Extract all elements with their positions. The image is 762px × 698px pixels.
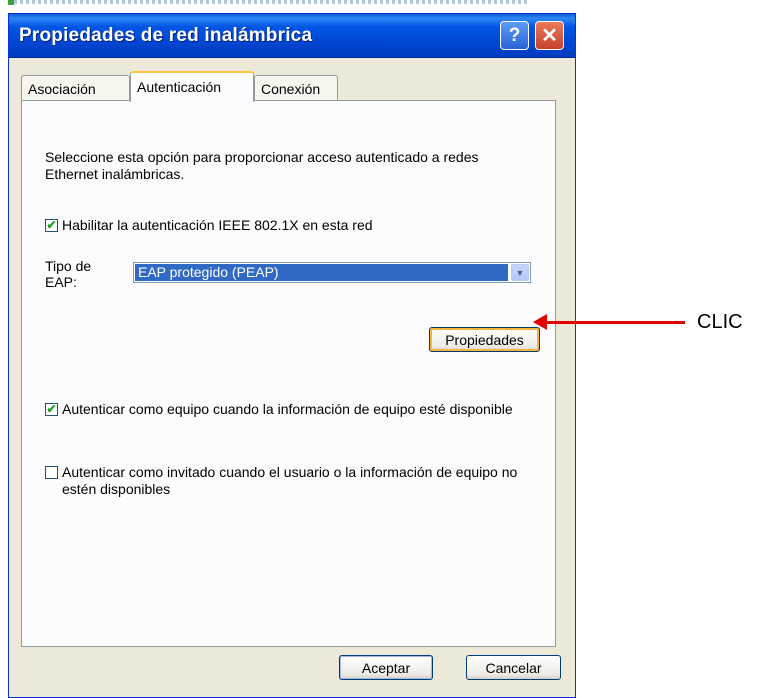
auth-as-guest-option[interactable]: Autenticar como invitado cuando el usuar… — [45, 464, 545, 498]
background-fragment — [8, 0, 528, 4]
help-icon: ? — [508, 24, 521, 46]
enable-8021x-label: Habilitar la autenticación IEEE 802.1X e… — [62, 217, 373, 233]
chevron-down-icon[interactable]: ▼ — [511, 264, 529, 281]
eap-type-select[interactable]: EAP protegido (PEAP) ▼ — [133, 262, 531, 283]
eap-type-label: Tipo de EAP: — [45, 258, 92, 290]
enable-8021x-option[interactable]: ✔ Habilitar la autenticación IEEE 802.1X… — [45, 217, 373, 234]
tab-autenticacion[interactable]: Autenticación — [130, 71, 254, 102]
checkmark-icon: ✔ — [46, 218, 57, 232]
auth-as-computer-label: Autenticar como equipo cuando la informa… — [62, 401, 513, 417]
auth-as-guest-label: Autenticar como invitado cuando el usuar… — [62, 464, 518, 497]
ok-button[interactable]: Aceptar — [339, 655, 433, 680]
annotation-arrow-line — [545, 321, 685, 324]
tab-asociacion[interactable]: Asociación — [21, 75, 130, 101]
annotation-label: CLIC — [697, 311, 743, 333]
close-icon: ✕ — [541, 25, 558, 47]
dialog-title: Propiedades de red inalámbrica — [19, 25, 313, 46]
wireless-properties-dialog: Propiedades de red inalámbrica ? ✕ Asoci… — [8, 13, 576, 698]
annotation-arrow-icon — [533, 314, 547, 330]
eap-type-value: EAP protegido (PEAP) — [135, 264, 508, 281]
authentication-panel: Seleccione esta opción para proporcionar… — [21, 100, 556, 647]
enable-8021x-checkbox[interactable]: ✔ — [45, 219, 58, 232]
help-button[interactable]: ? — [500, 21, 529, 50]
cancel-button[interactable]: Cancelar — [466, 655, 561, 680]
dropdown-glyph: ▼ — [515, 267, 525, 278]
tab-conexion[interactable]: Conexión — [254, 75, 338, 101]
description-text: Seleccione esta opción para proporcionar… — [45, 149, 479, 182]
auth-as-guest-checkbox[interactable] — [45, 466, 58, 479]
auth-as-computer-checkbox[interactable]: ✔ — [45, 403, 58, 416]
background-check-icon — [8, 0, 14, 5]
close-button[interactable]: ✕ — [535, 21, 564, 50]
title-bar[interactable]: Propiedades de red inalámbrica ? ✕ — [9, 14, 575, 58]
auth-as-computer-option[interactable]: ✔ Autenticar como equipo cuando la infor… — [45, 401, 545, 418]
properties-button[interactable]: Propiedades — [429, 327, 540, 352]
checkmark-icon: ✔ — [46, 402, 57, 416]
